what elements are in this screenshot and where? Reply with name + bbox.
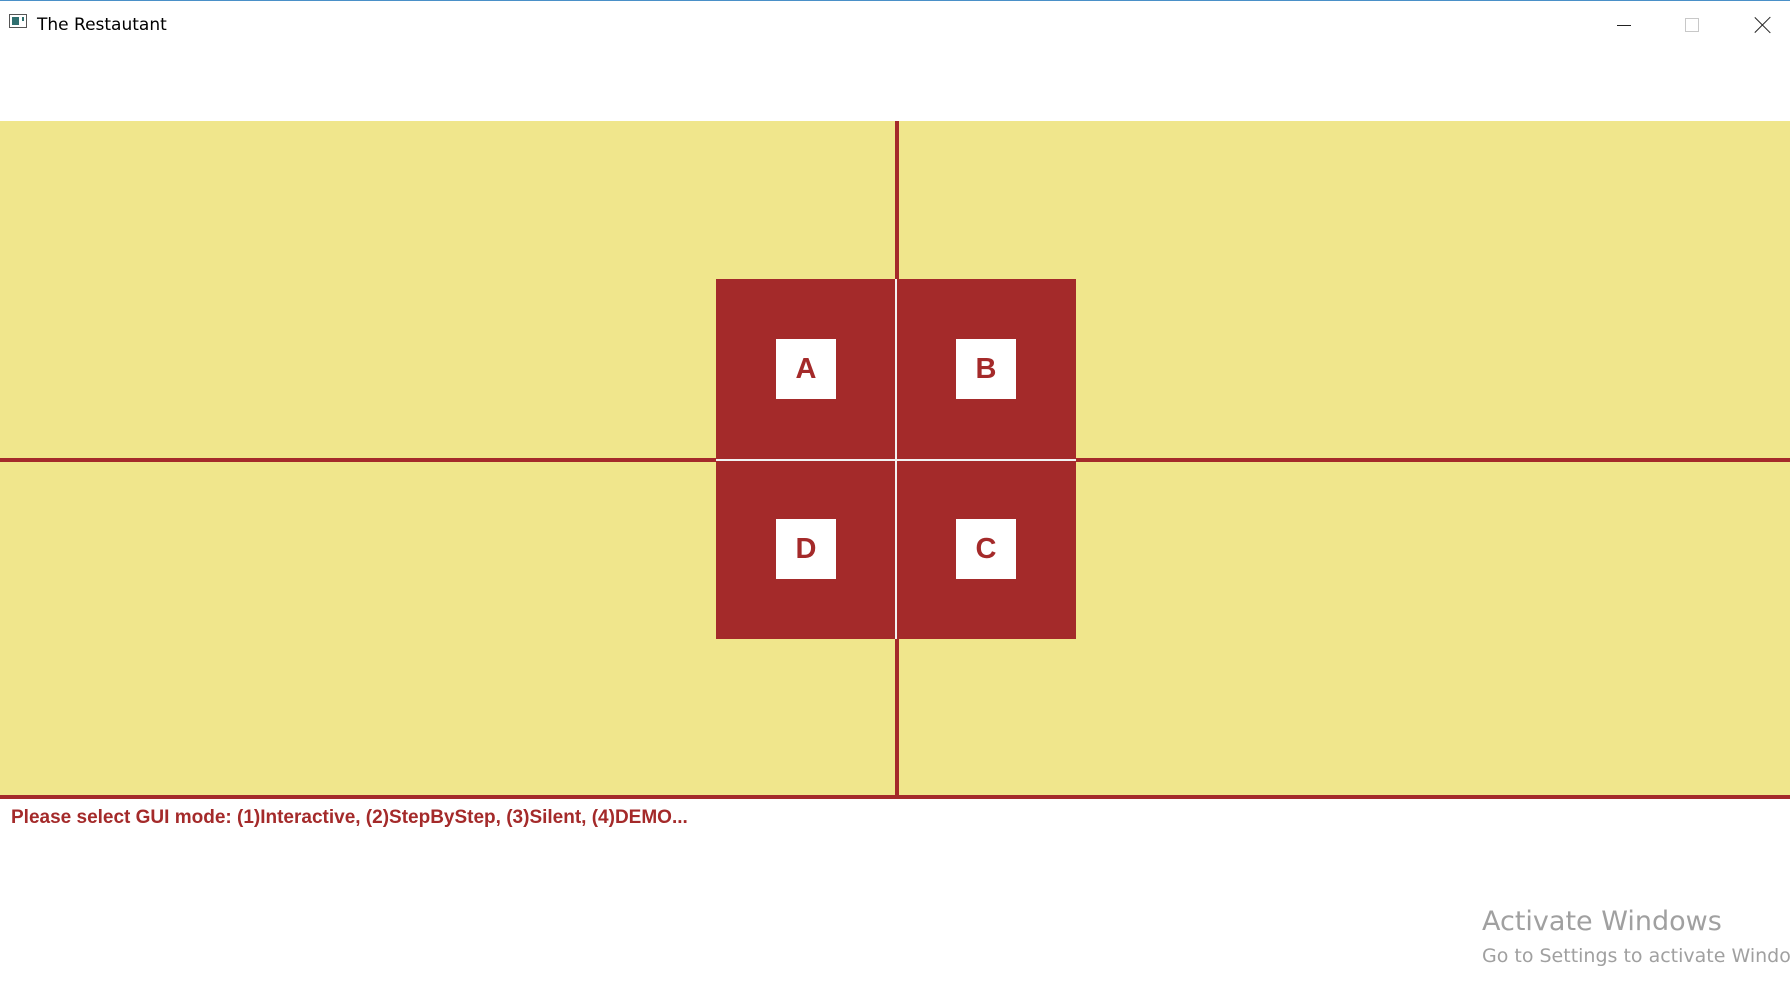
maximize-icon xyxy=(1685,18,1699,32)
watermark-subtitle: Go to Settings to activate Windo xyxy=(1482,945,1790,967)
minimize-icon xyxy=(1617,24,1631,26)
window-title: The Restautant xyxy=(37,15,167,35)
restaurant-floor: A B D C xyxy=(0,121,1790,799)
floor-bottom-border xyxy=(0,795,1790,799)
table-group-horizontal-gap xyxy=(716,459,1076,461)
status-message: Please select GUI mode: (1)Interactive, … xyxy=(11,807,688,828)
table-b[interactable]: B xyxy=(956,339,1016,399)
watermark-title: Activate Windows xyxy=(1482,906,1722,937)
minimize-button[interactable] xyxy=(1596,7,1652,43)
table-group: A B D C xyxy=(716,279,1076,639)
title-bar: The Restautant xyxy=(0,0,1790,48)
table-a[interactable]: A xyxy=(776,339,836,399)
maximize-button[interactable] xyxy=(1664,7,1720,43)
activation-watermark: Activate Windows Go to Settings to activ… xyxy=(1482,905,1790,969)
close-button[interactable] xyxy=(1735,7,1790,43)
close-icon xyxy=(1754,16,1772,34)
app-window-icon xyxy=(9,14,27,28)
table-d[interactable]: D xyxy=(776,519,836,579)
table-c[interactable]: C xyxy=(956,519,1016,579)
